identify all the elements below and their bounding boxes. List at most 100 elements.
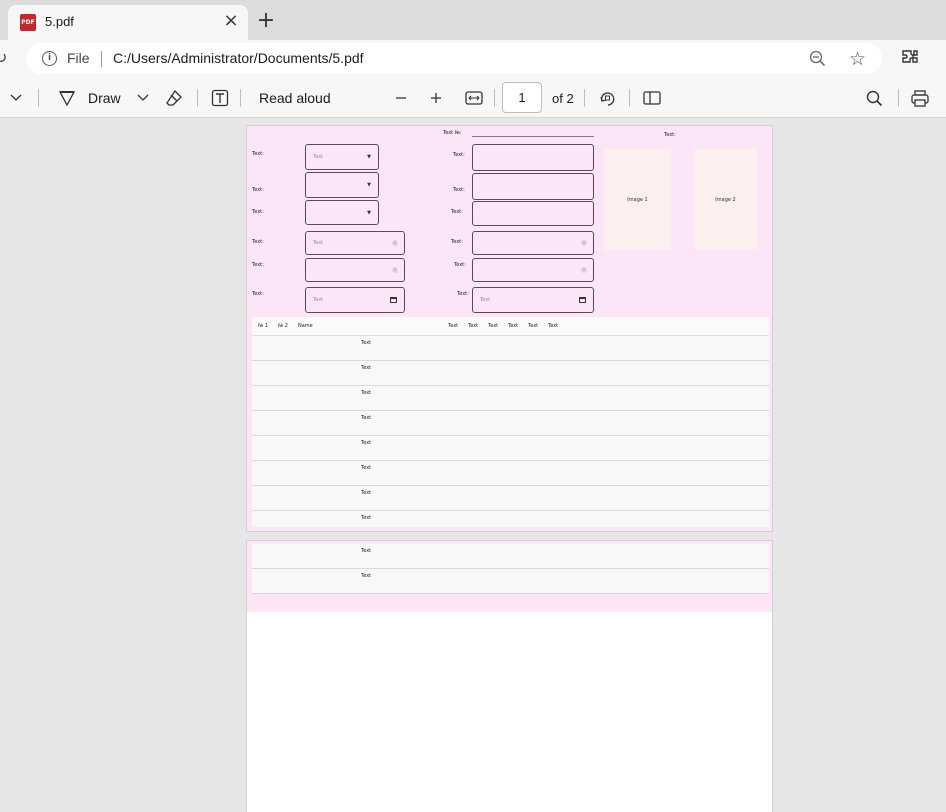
dropdown-arrow-icon: ▼ <box>367 154 371 160</box>
field-label: Text: <box>457 291 469 297</box>
column-header: Text <box>448 323 459 329</box>
data-table: № 1 № 2 Name Text Text Text Text Text Te… <box>252 317 769 527</box>
url-text[interactable]: C:/Users/Administrator/Documents/5.pdf <box>113 50 364 66</box>
address-bar[interactable]: i File C:/Users/Administrator/Documents/… <box>26 43 882 74</box>
text-field[interactable] <box>472 144 594 171</box>
field-label: Text: <box>252 151 264 157</box>
table-row: Text <box>252 544 769 569</box>
table-cell: Text <box>361 490 372 496</box>
text-field[interactable]: × <box>472 231 594 255</box>
field-label: Text: <box>454 262 466 268</box>
select-field[interactable]: Text ▼ <box>305 144 379 170</box>
table-row: Text <box>252 336 769 361</box>
favorite-star-icon[interactable]: ☆ <box>849 48 866 70</box>
column-header: Text <box>548 323 559 329</box>
pdf-viewer[interactable]: Text №: Text: Text: Text ▼ Text: ▼ Text:… <box>0 119 946 812</box>
tab-bar: PDF 5.pdf × + <box>0 0 946 40</box>
page-view-icon[interactable] <box>643 78 661 118</box>
extensions-icon[interactable] <box>900 48 920 68</box>
select-field[interactable]: ▼ <box>305 172 379 198</box>
date-field[interactable]: Text <box>472 287 594 313</box>
field-label: Text: <box>252 239 264 245</box>
table-row: Text <box>252 361 769 386</box>
field-label: Text: <box>252 209 264 215</box>
divider <box>38 89 39 107</box>
add-text-icon[interactable] <box>211 78 229 118</box>
chevron-down-icon[interactable] <box>10 78 22 118</box>
read-aloud-button[interactable]: Read aloud <box>259 78 331 118</box>
info-icon[interactable]: i <box>42 51 57 66</box>
browser-tab[interactable]: PDF 5.pdf × <box>8 5 248 40</box>
column-header: Text <box>488 323 499 329</box>
zoom-in-button[interactable] <box>430 78 442 118</box>
image-label: Image 2 <box>715 196 736 203</box>
text-field[interactable] <box>472 173 594 200</box>
table-cell: Text <box>361 465 372 471</box>
fit-to-width-icon[interactable] <box>465 78 483 118</box>
date-field[interactable]: Text <box>305 287 405 313</box>
calendar-icon[interactable] <box>390 297 397 303</box>
data-table-continued: Text Text <box>252 544 769 594</box>
new-tab-button[interactable]: + <box>255 10 277 32</box>
zoom-out-icon[interactable] <box>809 50 826 67</box>
column-header: Text <box>508 323 519 329</box>
print-icon[interactable] <box>911 78 929 118</box>
draw-label: Draw <box>88 90 121 106</box>
table-row: Text <box>252 411 769 436</box>
divider <box>101 51 102 67</box>
pdf-file-icon: PDF <box>20 14 36 31</box>
text-field[interactable]: Text × <box>305 231 405 255</box>
page-number-input[interactable]: 1 <box>502 82 542 113</box>
table-row: Text <box>252 569 769 594</box>
date-placeholder: Text <box>480 297 491 303</box>
column-header: Name <box>298 323 313 329</box>
zoom-out-button[interactable] <box>395 78 407 118</box>
table-row: Text <box>252 486 769 511</box>
image-label: Image 1 <box>627 196 648 203</box>
read-aloud-label: Read aloud <box>259 90 331 106</box>
draw-button[interactable]: Draw <box>58 78 121 118</box>
text-field[interactable] <box>472 201 594 226</box>
divider <box>584 89 585 107</box>
search-icon[interactable] <box>866 78 883 118</box>
divider <box>197 89 198 107</box>
column-header: Text <box>468 323 479 329</box>
column-header: № 1 <box>258 323 268 329</box>
table-cell: Text <box>361 365 372 371</box>
select-field[interactable]: ▼ <box>305 200 379 225</box>
table-cell: Text <box>361 390 372 396</box>
page2-pink-band: Text Text <box>247 541 772 612</box>
field-label: Text: <box>451 239 463 245</box>
clear-icon[interactable]: × <box>581 240 587 246</box>
field-label: Text: <box>252 262 264 268</box>
clear-icon[interactable]: × <box>392 267 398 273</box>
date-placeholder: Text <box>313 297 324 303</box>
text-placeholder: Text <box>313 240 324 246</box>
header-number-line <box>472 136 594 137</box>
close-tab-icon[interactable]: × <box>222 12 240 30</box>
refresh-icon[interactable]: ↻ <box>0 48 7 67</box>
eraser-icon[interactable] <box>165 78 183 118</box>
scheme-label: File <box>67 50 90 66</box>
divider <box>629 89 630 107</box>
page-total: of 2 <box>552 78 574 118</box>
image-placeholder-2: Image 2 <box>694 149 757 250</box>
draw-options-chevron-icon[interactable] <box>137 78 149 118</box>
calendar-icon[interactable] <box>579 297 586 303</box>
field-label: Text: <box>453 152 465 158</box>
clear-icon[interactable]: × <box>581 267 587 273</box>
image-placeholder-1: Image 1 <box>604 149 671 250</box>
table-cell: Text <box>361 573 372 579</box>
tab-title: 5.pdf <box>45 14 74 29</box>
table-cell: Text <box>361 440 372 446</box>
clear-icon[interactable]: × <box>392 240 398 246</box>
dropdown-arrow-icon: ▼ <box>367 209 371 216</box>
text-field[interactable]: × <box>305 258 405 282</box>
text-field[interactable]: × <box>472 258 594 282</box>
table-row: Text <box>252 386 769 411</box>
table-row: Text <box>252 436 769 461</box>
rotate-icon[interactable] <box>598 78 616 118</box>
field-label: Text: <box>252 187 264 193</box>
table-cell: Text <box>361 340 372 346</box>
address-bar-row: ↻ i File C:/Users/Administrator/Document… <box>0 40 946 78</box>
